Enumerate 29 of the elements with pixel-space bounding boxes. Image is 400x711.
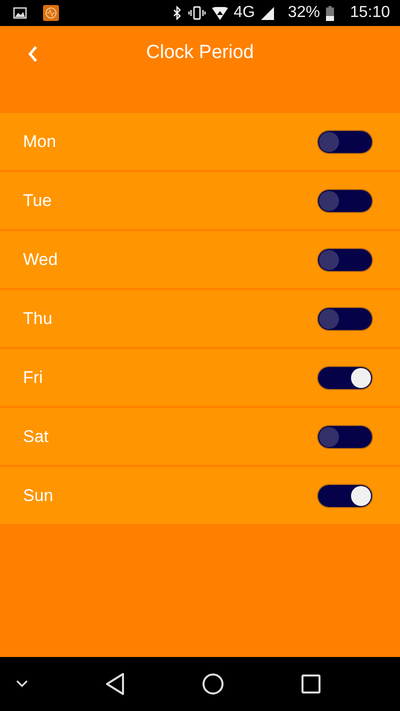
battery-percent: 32% xyxy=(288,4,320,22)
day-label: Thu xyxy=(23,308,52,328)
toggle-switch[interactable] xyxy=(318,130,372,152)
page-title: Clock Period xyxy=(146,42,254,64)
back-icon[interactable] xyxy=(105,673,125,695)
home-icon[interactable] xyxy=(202,673,224,695)
image-icon xyxy=(13,7,27,19)
day-label: Fri xyxy=(23,368,43,388)
network-type: 4G xyxy=(234,4,255,22)
app-icon xyxy=(43,5,59,21)
recents-icon[interactable] xyxy=(301,674,321,694)
vibrate-icon xyxy=(188,6,206,20)
toggle-switch[interactable] xyxy=(318,248,372,270)
day-label: Sun xyxy=(23,486,54,506)
clock-time: 15:10 xyxy=(350,4,390,22)
wifi-icon xyxy=(212,6,228,20)
day-label: Sat xyxy=(23,426,49,446)
toggle-switch[interactable] xyxy=(318,308,372,330)
toggle-switch[interactable] xyxy=(318,426,372,448)
toggle-switch[interactable] xyxy=(318,366,372,388)
bluetooth-icon xyxy=(172,6,182,20)
chevron-down-icon[interactable] xyxy=(16,680,28,688)
toggle-switch[interactable] xyxy=(318,484,372,506)
day-label: Wed xyxy=(23,250,58,270)
day-label: Mon xyxy=(23,132,56,152)
battery-icon xyxy=(326,6,334,20)
signal-icon xyxy=(260,6,274,20)
toggle-switch[interactable] xyxy=(318,190,372,212)
day-label: Tue xyxy=(23,190,52,210)
